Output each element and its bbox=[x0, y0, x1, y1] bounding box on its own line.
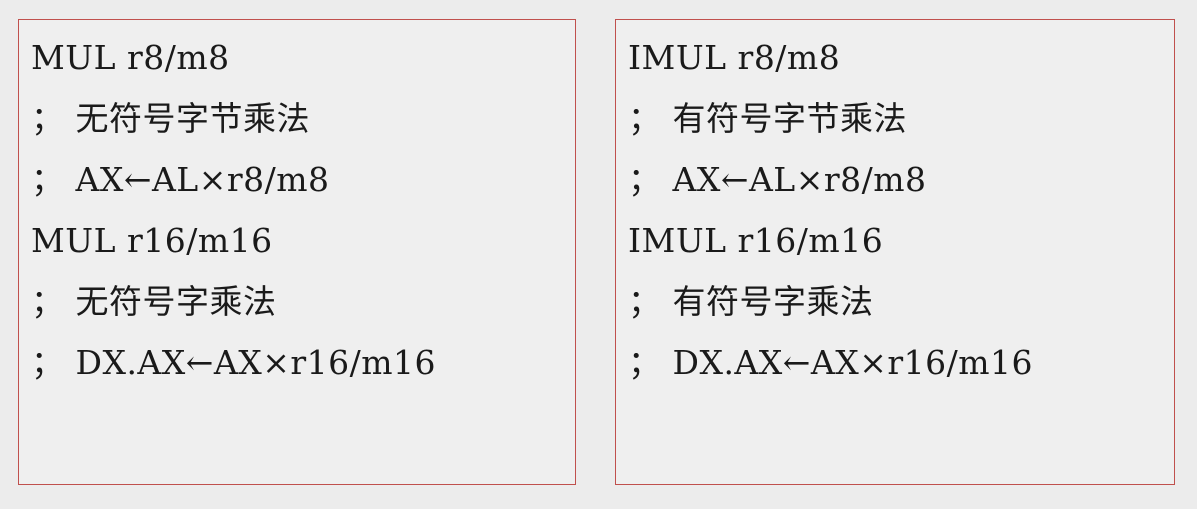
imul-r8-comment: ； 有符号字节乘法 bbox=[628, 99, 907, 138]
mul-instruction-panel: MUL r8/m8 ； 无符号字节乘法 ； AX←AL×r8/m8 MUL r1… bbox=[18, 19, 576, 485]
imul-r16-instruction: IMUL r16/m16 bbox=[628, 221, 884, 260]
mul-r8-comment: ； 无符号字节乘法 bbox=[31, 99, 310, 138]
mul-r16-operation: ； DX.AX←AX×r16/m16 bbox=[31, 343, 437, 382]
imul-r16-comment: ； 有符号字乘法 bbox=[628, 282, 874, 321]
mul-r16-comment: ； 无符号字乘法 bbox=[31, 282, 277, 321]
mul-r16-instruction: MUL r16/m16 bbox=[31, 221, 273, 260]
mul-r8-instruction: MUL r8/m8 bbox=[31, 38, 230, 77]
imul-r8-operation: ； AX←AL×r8/m8 bbox=[628, 160, 927, 199]
imul-r16-operation: ； DX.AX←AX×r16/m16 bbox=[628, 343, 1034, 382]
imul-r8-instruction: IMUL r8/m8 bbox=[628, 38, 841, 77]
mul-r8-operation: ； AX←AL×r8/m8 bbox=[31, 160, 330, 199]
imul-instruction-panel: IMUL r8/m8 ； 有符号字节乘法 ； AX←AL×r8/m8 IMUL … bbox=[615, 19, 1175, 485]
